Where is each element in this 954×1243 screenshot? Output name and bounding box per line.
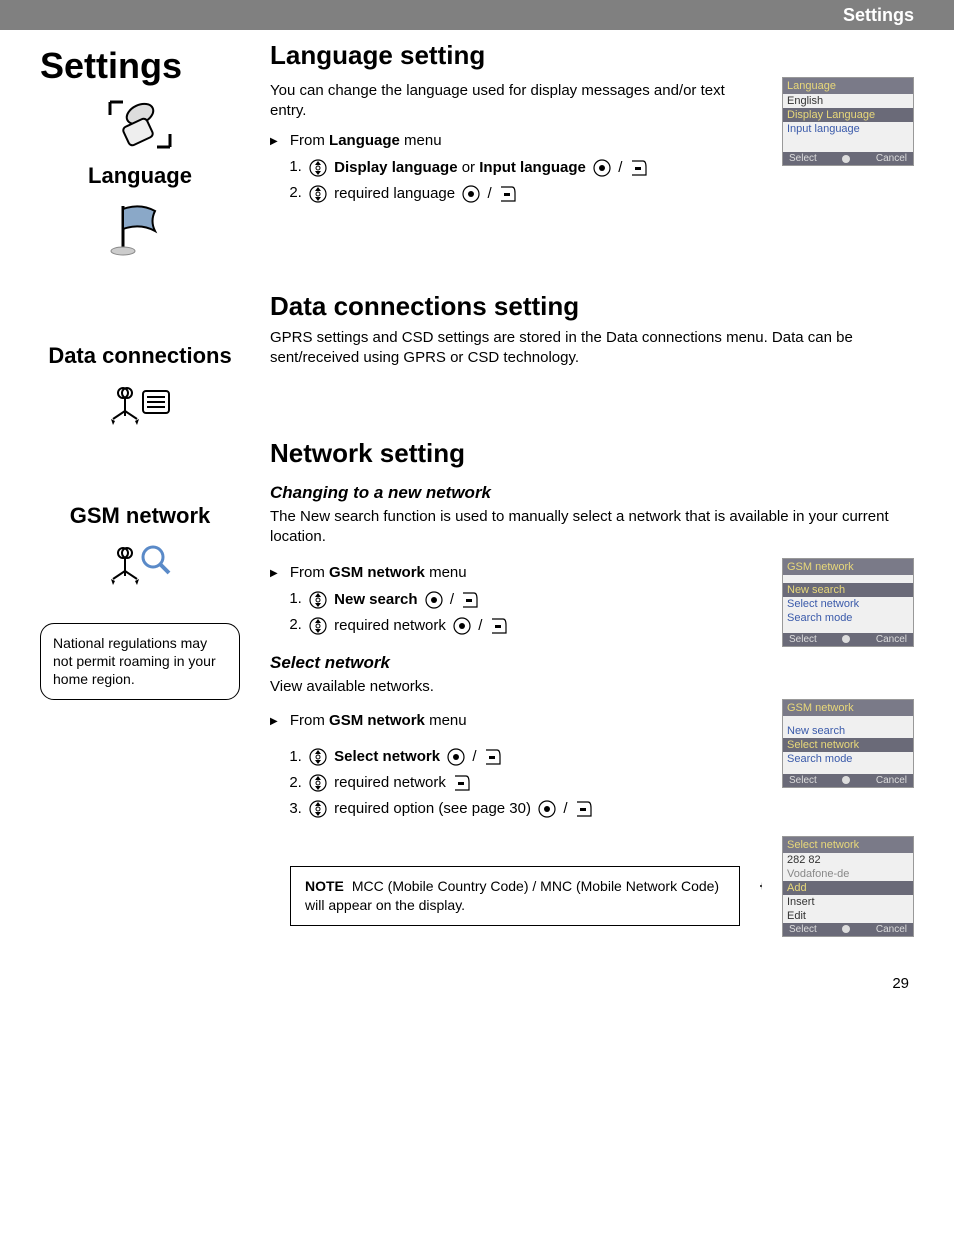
new-search-steps: New search / required network / <box>270 587 762 639</box>
roaming-callout: National regulations may not permit roam… <box>40 623 240 700</box>
new-search-step-2: required network / <box>306 613 762 639</box>
gsm-screenshot-1: GSM network New search Select network Se… <box>782 558 914 647</box>
language-section: Language setting You can change the lang… <box>270 40 914 221</box>
center-key-icon <box>461 184 481 204</box>
select-network-steps: Select network / required network <box>270 744 762 822</box>
softkey-icon <box>574 799 594 819</box>
nav-updown-icon <box>308 158 328 178</box>
softkey-icon <box>483 747 503 767</box>
nav-updown-icon <box>308 616 328 636</box>
softkey-icon <box>489 616 509 636</box>
softkey-icon <box>629 158 649 178</box>
language-heading: Language setting <box>270 40 914 71</box>
select-network-title: Select network <box>270 653 762 673</box>
select-network-step-3: required option (see page 30) / <box>306 796 762 822</box>
select-network-step-1: Select network / <box>306 744 762 770</box>
softkey-icon <box>452 773 472 793</box>
gsm-screenshot-2: GSM network New search Select network Se… <box>782 699 914 788</box>
sidebar-data-label: Data connections <box>40 343 240 369</box>
nav-updown-icon <box>308 773 328 793</box>
header-bar: Settings <box>0 0 954 30</box>
center-key-icon <box>592 158 612 178</box>
sidebar-language-label: Language <box>40 163 240 189</box>
sidebar-language-block: Language <box>40 89 240 263</box>
nav-updown-icon <box>308 747 328 767</box>
changing-network-body: The New search function is used to manua… <box>270 507 914 548</box>
note-label: NOTE <box>305 878 344 894</box>
main-content: Language setting You can change the lang… <box>240 30 914 937</box>
new-search-step-1: New search / <box>306 587 762 613</box>
nav-updown-icon <box>308 799 328 819</box>
language-step-2: required language / <box>306 181 762 207</box>
softkey-icon <box>460 590 480 610</box>
changing-network-title: Changing to a new network <box>270 483 914 503</box>
sidebar-data-block: Data connections <box>40 343 240 443</box>
language-step-1: Display language or Input language / <box>306 155 762 181</box>
page-number: 29 <box>892 975 909 992</box>
network-section: Network setting Changing to a new networ… <box>270 438 914 937</box>
language-steps: Display language or Input language / req… <box>270 155 762 207</box>
nav-updown-icon <box>308 184 328 204</box>
language-intro: You can change the language used for dis… <box>270 81 762 122</box>
note-box: NOTEMCC (Mobile Country Code) / MNC (Mob… <box>290 866 740 926</box>
data-connections-icon <box>40 373 240 443</box>
language-from-line: From Language menu <box>270 132 762 149</box>
center-key-icon <box>446 747 466 767</box>
network-screenshots-column: GSM network New search Select network Se… <box>782 558 914 800</box>
note-text: MCC (Mobile Country Code) / MNC (Mobile … <box>305 878 719 913</box>
softkey-icon <box>498 184 518 204</box>
note-row: NOTEMCC (Mobile Country Code) / MNC (Mob… <box>270 836 914 937</box>
gsm-from-line-1: From GSM network menu <box>270 564 762 581</box>
header-title: Settings <box>843 5 914 26</box>
gsm-network-icon <box>40 533 240 603</box>
note-screenshot: Select network 282 82 Vodafone-de Add In… <box>782 836 914 937</box>
language-screenshot: Language English Display Language Input … <box>782 77 914 166</box>
select-network-step-2: required network <box>306 770 762 796</box>
center-key-icon <box>452 616 472 636</box>
network-heading: Network setting <box>270 438 914 469</box>
flag-icon <box>40 193 240 263</box>
center-key-icon <box>537 799 557 819</box>
center-key-icon <box>424 590 444 610</box>
data-connections-section: Data connections setting GPRS settings a… <box>270 291 914 369</box>
data-body: GPRS settings and CSD settings are store… <box>270 328 914 369</box>
page-content: Settings Language Data connect <box>0 30 954 1007</box>
select-network-body: View available networks. <box>270 677 762 697</box>
sidebar-title: Settings <box>40 45 240 87</box>
sidebar-gsm-block: GSM network <box>40 503 240 603</box>
sidebar-gsm-label: GSM network <box>40 503 240 529</box>
arrow-right-icon <box>760 880 762 892</box>
sidebar: Settings Language Data connect <box>40 30 240 937</box>
gsm-from-line-2: From GSM network menu <box>270 712 762 729</box>
settings-phone-icon <box>40 89 240 159</box>
data-heading: Data connections setting <box>270 291 914 322</box>
nav-updown-icon <box>308 590 328 610</box>
